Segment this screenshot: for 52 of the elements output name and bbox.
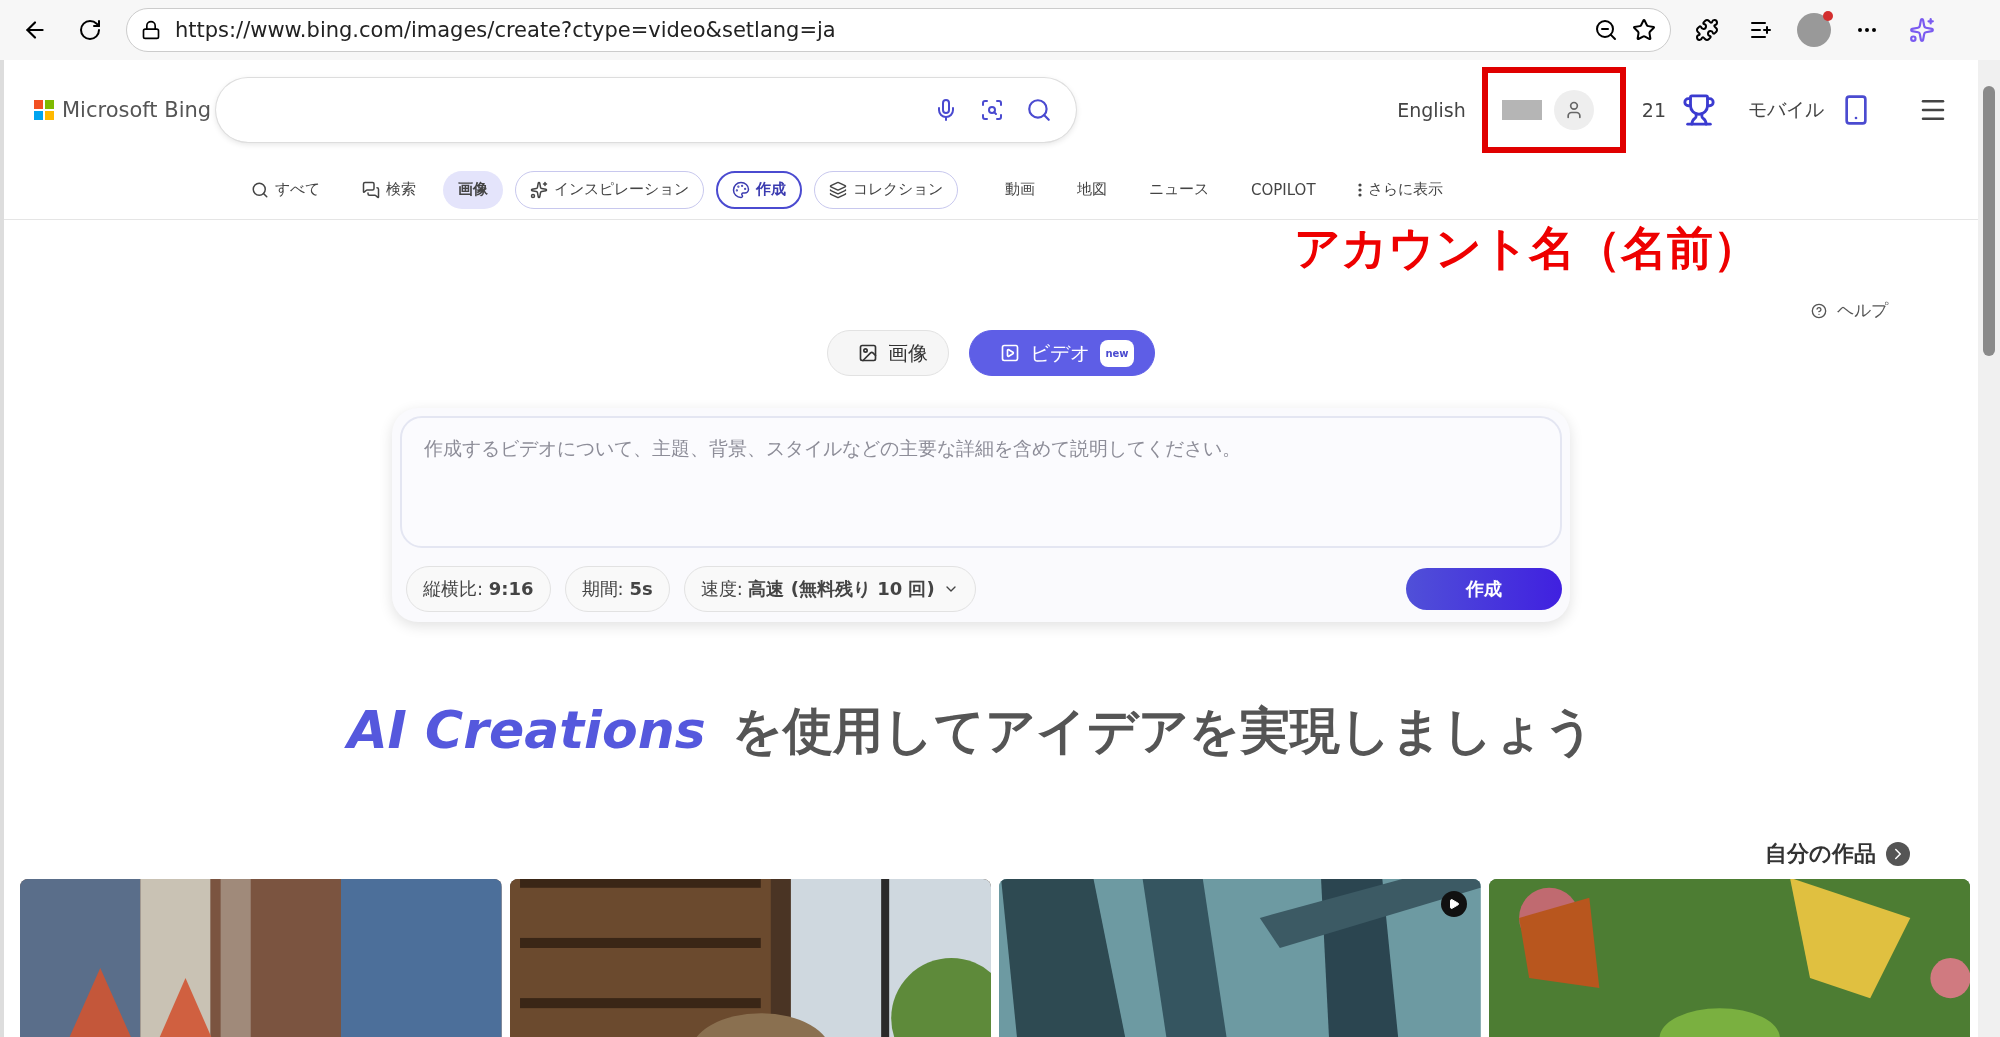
logo-icon bbox=[34, 100, 54, 120]
logo-text[interactable]: Microsoft Bing bbox=[62, 98, 212, 122]
nav-icon bbox=[362, 180, 380, 199]
my-creations-link[interactable]: 自分の作品 bbox=[1765, 839, 1910, 869]
image-icon bbox=[858, 343, 879, 363]
nav-tab[interactable]: さらに表示 bbox=[1342, 170, 1458, 209]
help-link[interactable]: ヘルプ bbox=[1811, 299, 1888, 322]
address-bar[interactable]: https://www.bing.com/images/create?ctype=video&setlang=ja bbox=[126, 8, 1671, 52]
refresh-icon[interactable] bbox=[78, 18, 102, 42]
headline: を使用してアイデアを実現しましょう bbox=[731, 701, 1595, 762]
video-icon bbox=[1000, 343, 1021, 363]
nav-tab[interactable]: 動画 bbox=[990, 170, 1050, 209]
help-icon bbox=[1811, 302, 1827, 319]
account-avatar[interactable] bbox=[1553, 90, 1594, 130]
nav-icon bbox=[530, 180, 548, 199]
nav-tab[interactable]: COPILOT bbox=[1236, 170, 1331, 209]
nav-icon bbox=[829, 180, 847, 199]
chevron-right-icon bbox=[1886, 842, 1910, 866]
sparkle-icon[interactable] bbox=[1909, 17, 1935, 43]
star-icon[interactable] bbox=[1632, 18, 1656, 42]
mode-toggle[interactable]: 画像 bbox=[827, 330, 950, 376]
option-chip[interactable]: 速度: 高速 (無料残り 10 回) bbox=[683, 566, 976, 612]
mode-toggle[interactable]: ビデオ new bbox=[969, 330, 1155, 376]
option-chip[interactable]: 縦横比: 9:16 bbox=[406, 566, 551, 612]
search-icon[interactable] bbox=[1026, 97, 1052, 123]
nav-tab[interactable]: 地図 bbox=[1062, 170, 1122, 209]
account-name-redaction bbox=[1501, 100, 1542, 120]
nav-tab[interactable]: 作成 bbox=[716, 170, 802, 209]
notification-dot bbox=[1823, 11, 1833, 21]
scrollbar[interactable] bbox=[1978, 60, 2000, 1037]
prompt-field[interactable]: 作成するビデオについて、主題、背景、スタイルなどの主要な詳細を含めて説明してください。 bbox=[400, 416, 1562, 548]
lock-icon bbox=[141, 20, 161, 40]
language-link[interactable]: English bbox=[1397, 99, 1466, 121]
trophy-icon[interactable] bbox=[1682, 93, 1716, 127]
create-button[interactable]: 作成 bbox=[1406, 568, 1562, 610]
visual-search-icon[interactable] bbox=[980, 98, 1004, 122]
nav-tab[interactable]: 画像 bbox=[443, 170, 503, 209]
nav-icon bbox=[251, 180, 269, 199]
points-count: 21 bbox=[1641, 99, 1666, 121]
mobile-link[interactable]: モバイル bbox=[1748, 97, 1824, 123]
nav-icon bbox=[732, 180, 750, 199]
nav-icon bbox=[1357, 182, 1362, 197]
new-badge: new bbox=[1100, 339, 1134, 367]
puzzle-icon[interactable] bbox=[1695, 18, 1719, 42]
nav-tab[interactable]: 検索 bbox=[347, 170, 431, 209]
option-chip[interactable]: 期間: 5s bbox=[564, 566, 670, 612]
url-text: https://www.bing.com/images/create?ctype=video&setlang=ja bbox=[175, 18, 837, 42]
annotation-label: アカウント名（名前） bbox=[1294, 220, 1759, 277]
nav-tab[interactable]: すべて bbox=[236, 170, 335, 209]
zoom-out-icon[interactable] bbox=[1594, 18, 1618, 42]
profile-avatar[interactable] bbox=[1797, 13, 1831, 47]
nav-tab[interactable]: ニュース bbox=[1134, 170, 1224, 209]
